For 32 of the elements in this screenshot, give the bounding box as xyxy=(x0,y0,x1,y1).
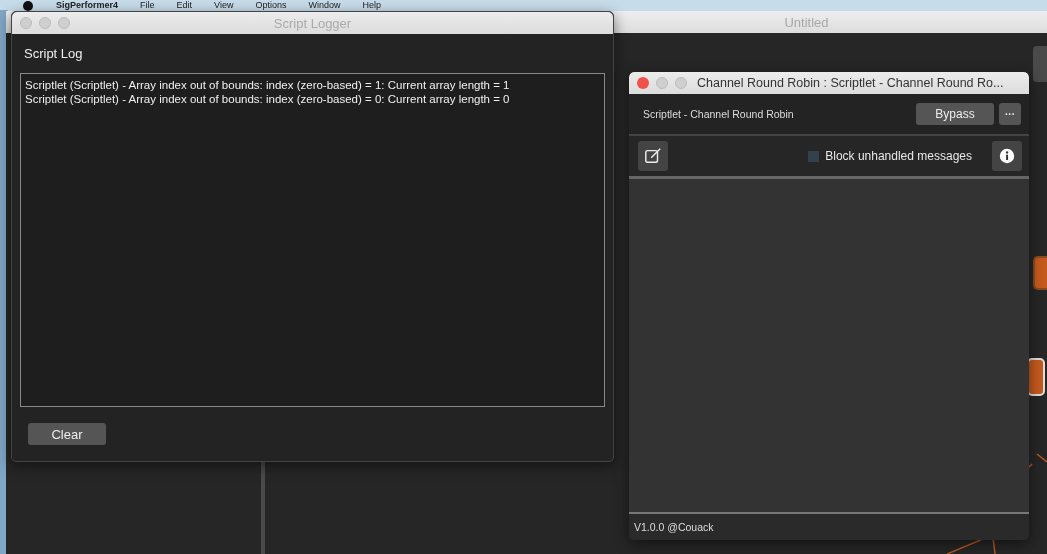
menu-item[interactable]: Options xyxy=(255,0,287,10)
info-button[interactable] xyxy=(992,141,1022,171)
edit-button[interactable] xyxy=(638,141,668,171)
version-label: V1.0.0 @Couack xyxy=(634,521,714,533)
menu-item[interactable]: Edit xyxy=(176,0,193,10)
window-title: Channel Round Robin : Scriptlet - Channel Round Ro... xyxy=(697,76,1004,90)
clear-button[interactable]: Clear xyxy=(28,423,106,445)
log-line: Scriptlet (Scriptlet) - Array index out of bounds: index (zero-based) = 0: Current array length = 0 xyxy=(25,92,511,106)
toolbar-button[interactable] xyxy=(1033,46,1047,82)
log-line: Scriptlet (Scriptlet) - Array index out of bounds: index (zero-based) = 1: Current array length = 1 xyxy=(25,78,511,92)
checkbox-label: Block unhandled messages xyxy=(825,149,972,163)
window-title: Untitled xyxy=(784,14,829,30)
menu-item[interactable]: File xyxy=(140,0,155,10)
plugin-name: Scriptlet - Channel Round Robin xyxy=(643,108,795,120)
menu-item[interactable]: Help xyxy=(362,0,381,10)
more-button[interactable]: ··· xyxy=(999,103,1021,125)
bypass-button[interactable]: Bypass xyxy=(916,103,994,125)
node-shape[interactable] xyxy=(1033,256,1047,290)
window-control-icon[interactable] xyxy=(58,17,70,29)
info-icon xyxy=(998,147,1016,165)
menu-item[interactable]: Window xyxy=(308,0,341,10)
close-icon[interactable] xyxy=(637,77,649,89)
app-name[interactable]: SigPerformer4 xyxy=(56,0,119,10)
menu-item[interactable]: View xyxy=(214,0,234,10)
log-heading: Script Log xyxy=(24,46,84,61)
checkbox[interactable] xyxy=(808,150,820,162)
edit-icon xyxy=(644,147,662,165)
window-control-icon[interactable] xyxy=(20,17,32,29)
window-control-icon[interactable] xyxy=(656,77,668,89)
window-control-icon[interactable] xyxy=(675,77,687,89)
window-control-icon[interactable] xyxy=(39,17,51,29)
window-title: Script Logger xyxy=(272,15,353,31)
